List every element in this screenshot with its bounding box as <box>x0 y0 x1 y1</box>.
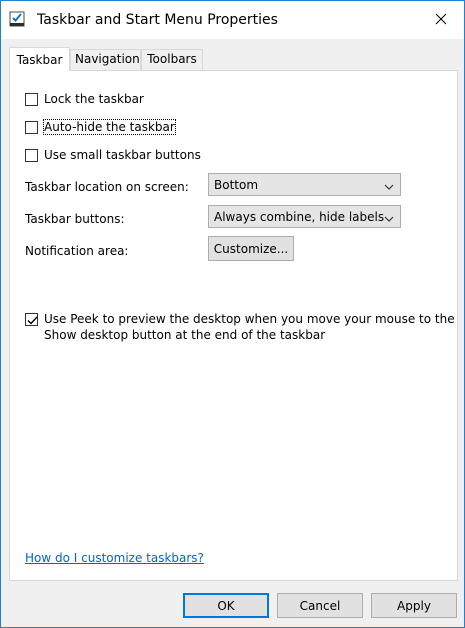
lock-taskbar-label: Lock the taskbar <box>44 92 144 106</box>
lock-taskbar-checkbox[interactable]: Lock the taskbar <box>25 91 144 107</box>
buttons-dropdown[interactable]: Always combine, hide labels <box>208 205 401 228</box>
buttons-value: Always combine, hide labels <box>214 209 385 224</box>
customize-button[interactable]: Customize... <box>208 236 294 261</box>
window-title: Taskbar and Start Menu Properties <box>37 12 278 28</box>
notification-label: Notification area: <box>25 244 129 258</box>
title-bar: Taskbar and Start Menu Properties <box>1 1 464 39</box>
close-button[interactable] <box>418 1 464 39</box>
checkbox-box[interactable] <box>25 92 38 106</box>
cancel-button[interactable]: Cancel <box>277 593 363 618</box>
checkbox-box[interactable] <box>25 148 38 162</box>
dialog-window: Taskbar and Start Menu Properties Taskba… <box>0 0 465 628</box>
tab-taskbar[interactable]: Taskbar <box>9 47 70 71</box>
check-icon <box>27 316 38 325</box>
peek-label: Use Peek to preview the desktop when you… <box>44 312 455 342</box>
location-value: Bottom <box>214 177 259 192</box>
checkbox-box[interactable] <box>25 120 38 134</box>
apply-button[interactable]: Apply <box>371 593 457 618</box>
auto-hide-label: Auto-hide the taskbar <box>43 119 176 135</box>
small-buttons-label: Use small taskbar buttons <box>44 148 201 162</box>
taskbar-tab-panel: Lock the taskbar Auto-hide the taskbar U… <box>9 70 458 581</box>
ok-button[interactable]: OK <box>183 593 269 618</box>
location-label: Taskbar location on screen: <box>25 180 189 194</box>
chevron-down-icon <box>384 180 394 194</box>
buttons-label: Taskbar buttons: <box>25 212 125 226</box>
tab-toolbars[interactable]: Toolbars <box>141 49 203 70</box>
close-icon <box>435 13 447 28</box>
location-dropdown[interactable]: Bottom <box>208 173 401 196</box>
tab-navigation[interactable]: Navigation <box>70 49 141 70</box>
auto-hide-checkbox[interactable]: Auto-hide the taskbar <box>25 119 176 135</box>
taskbar-properties-icon <box>9 11 25 27</box>
help-link[interactable]: How do I customize taskbars? <box>25 551 204 565</box>
small-buttons-checkbox[interactable]: Use small taskbar buttons <box>25 147 201 163</box>
peek-checkbox[interactable]: Use Peek to preview the desktop when you… <box>25 311 455 343</box>
chevron-down-icon <box>384 212 394 226</box>
checkbox-box-checked[interactable] <box>25 313 38 326</box>
